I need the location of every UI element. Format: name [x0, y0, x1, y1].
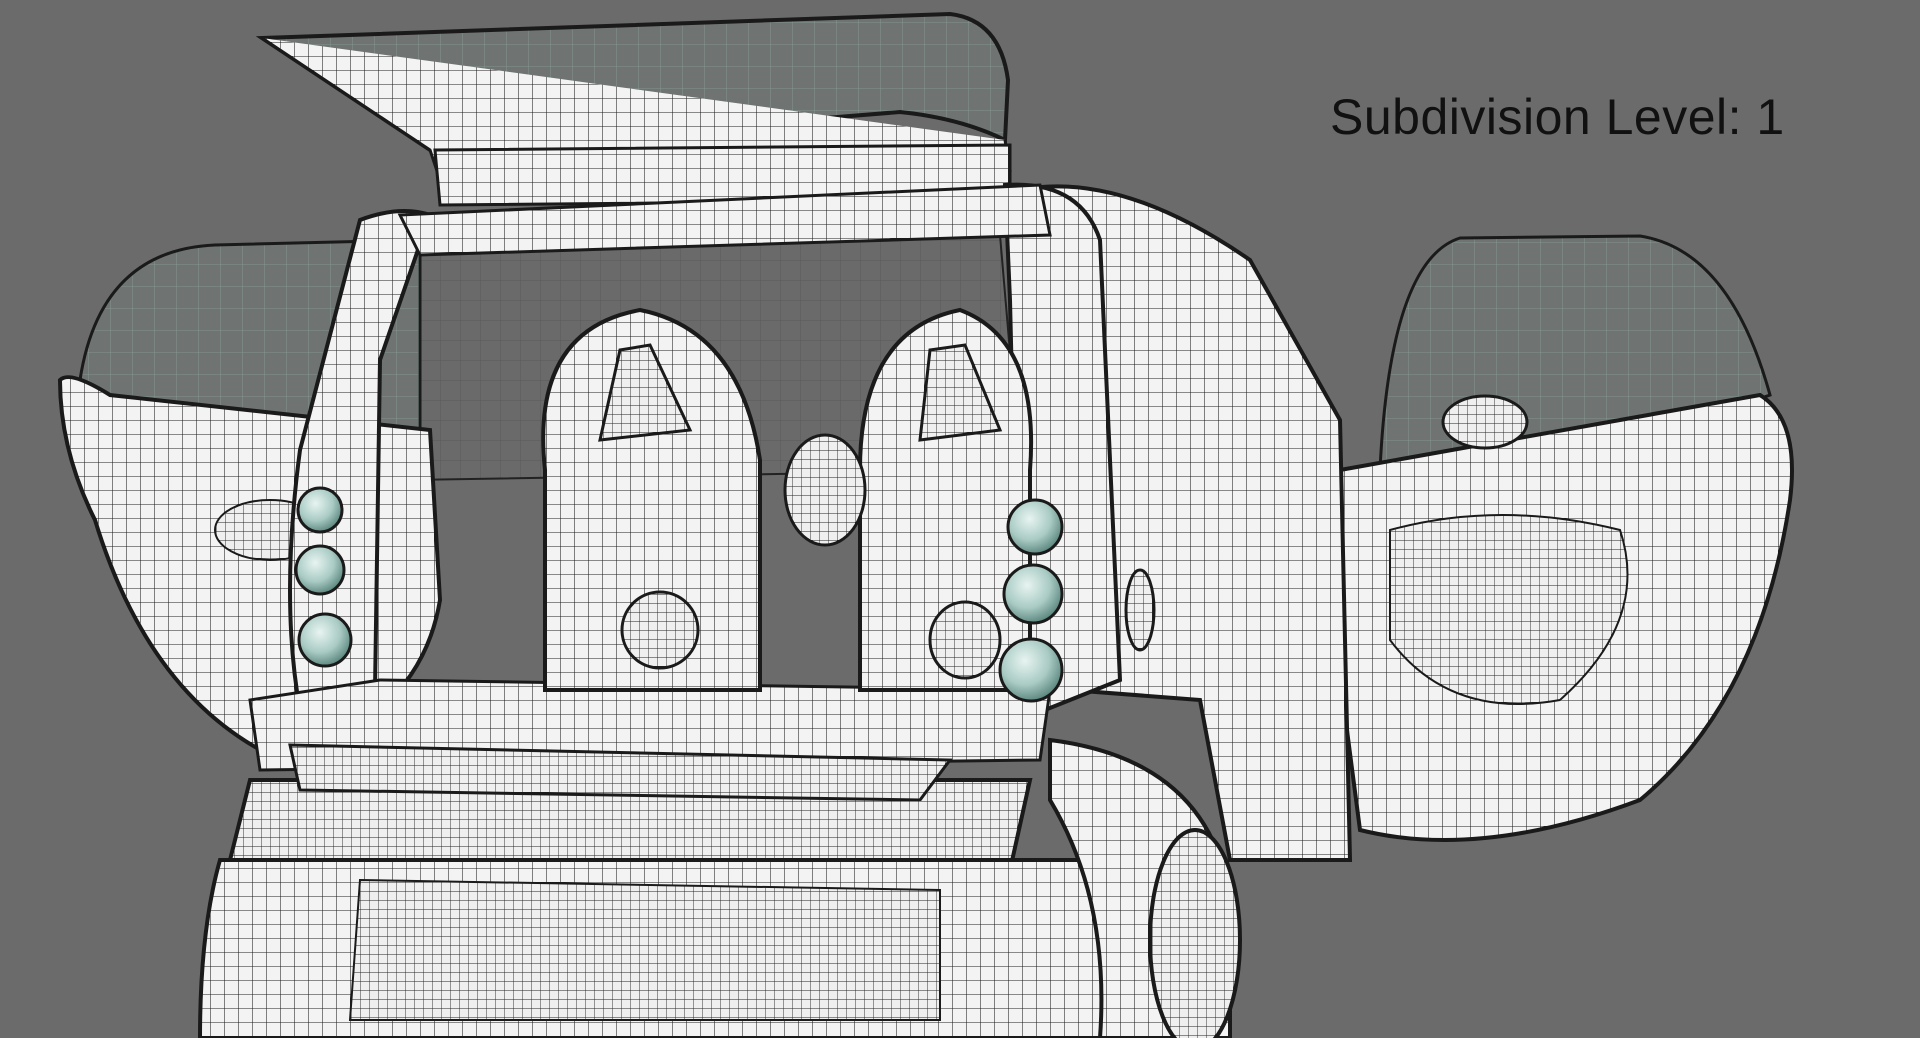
subdivision-level-label: Subdivision Level: 1 [1330, 89, 1785, 145]
3d-viewport[interactable]: Subdivision Level: 1 [0, 0, 1920, 1038]
right-door [1327, 234, 1794, 842]
fuel-cap [1124, 568, 1156, 652]
tail-lamps-right [998, 498, 1064, 703]
car-wireframe-render [57, 11, 1794, 1038]
tail-lamps-left [294, 486, 353, 668]
rear-hatch [255, 11, 1012, 207]
